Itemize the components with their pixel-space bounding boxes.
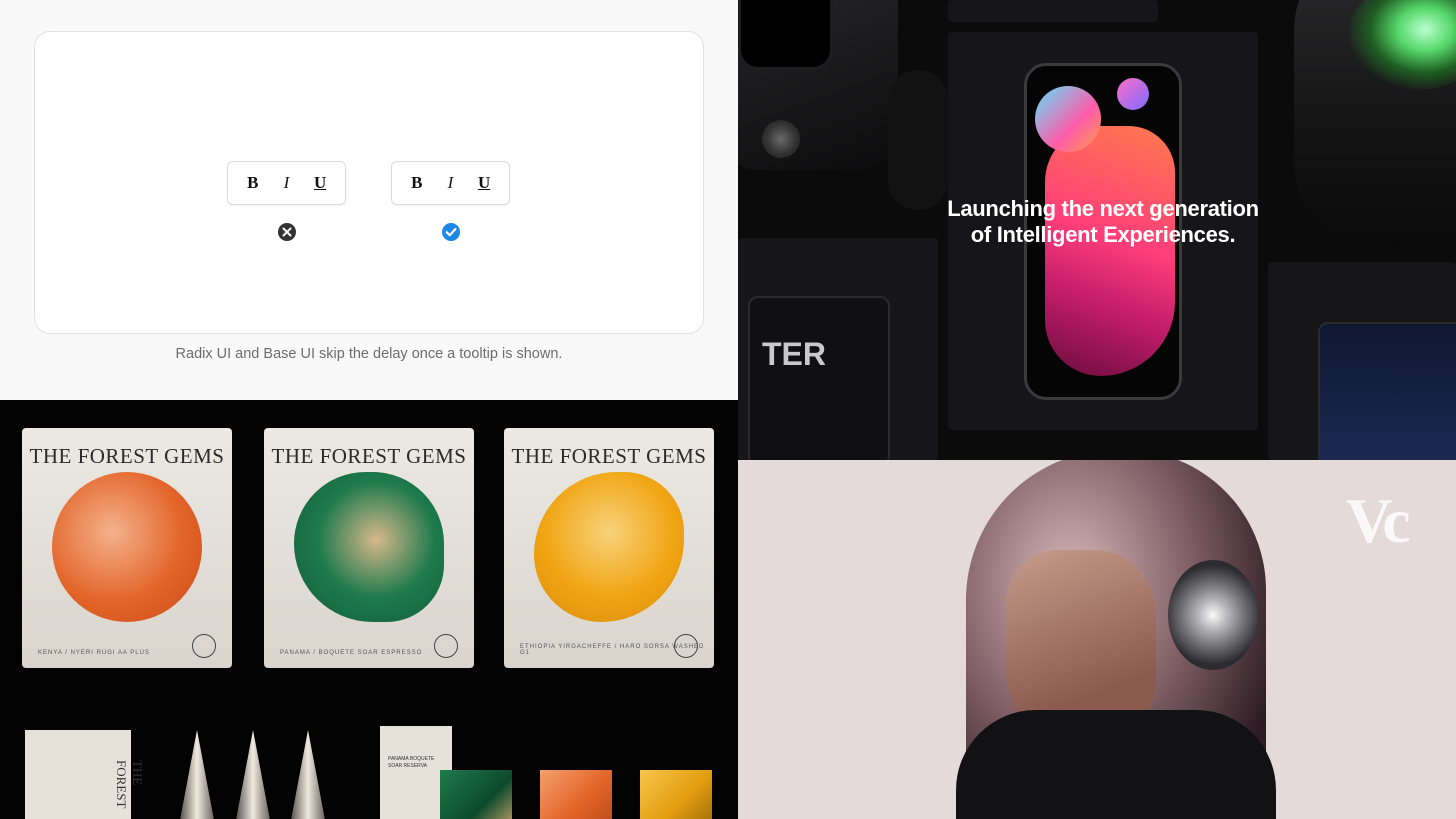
bold-button[interactable]: B <box>404 170 430 196</box>
pouch-origin: PANAMA / BOQUETE SOAR ESPRESSO <box>280 650 423 656</box>
orange-swatch-card <box>540 770 612 819</box>
dripper-cone <box>236 730 270 819</box>
devices-headline: Launching the next generation of Intelli… <box>888 196 1318 248</box>
close-circle-icon <box>278 223 296 241</box>
devices-showcase-panel: TER Launching the next generation of Int… <box>738 0 1456 460</box>
tablet-left-text: TER <box>762 336 826 372</box>
coffee-pouch-panama: THE FOREST GEMS PANAMA / BOQUETE SOAR ES… <box>264 428 474 668</box>
coffee-pouch-ethiopia: THE FOREST GEMS ETHIOPIA YIRGACHEFFE / H… <box>504 428 714 668</box>
coffee-box: THE FOREST <box>25 730 145 819</box>
brand-logo: Vc <box>1346 485 1411 556</box>
jacket-image <box>956 710 1276 819</box>
pouch-art-orange <box>52 472 202 622</box>
toolbar-with-skip-delay: B I U <box>391 161 510 205</box>
pouch-origin: KENYA / NYERI RUGI AA PLUS <box>38 650 150 656</box>
phone-wallpaper-circle <box>1035 86 1101 152</box>
laptop-right-image <box>1318 322 1456 460</box>
demo-card <box>34 31 704 334</box>
pouch-title: THE FOREST GEMS <box>271 444 467 468</box>
headline-line-2: of Intelligent Experiences. <box>970 222 1236 247</box>
pouch-title: THE FOREST GEMS <box>29 444 225 468</box>
dripper-cone <box>180 730 214 819</box>
italic-button[interactable]: I <box>273 170 299 196</box>
info-card-text: PANAMA BOQUETE SOAR RESERVA <box>388 756 435 769</box>
forest-logo-seal <box>192 634 216 658</box>
watch-crown <box>762 120 800 158</box>
demo-caption: Radix UI and Base UI skip the delay once… <box>175 346 563 362</box>
pouch-art-green <box>294 472 444 622</box>
italic-button[interactable]: I <box>437 170 463 196</box>
underline-button[interactable]: U <box>307 170 333 196</box>
helmet-earpiece <box>1168 560 1258 670</box>
green-swatch-card <box>440 770 512 819</box>
dripper-cone <box>291 730 325 819</box>
smartwatch-screen <box>738 0 833 70</box>
portrait-panel: Vc <box>738 460 1456 819</box>
tablet-left-image <box>748 296 890 460</box>
yellow-swatch-card <box>640 770 712 819</box>
pouch-title: THE FOREST GEMS <box>511 444 707 468</box>
watch-band <box>888 70 948 210</box>
coffee-pouch-kenya: THE FOREST GEMS KENYA / NYERI RUGI AA PL… <box>22 428 232 668</box>
box-label: THE FOREST <box>114 760 145 809</box>
phone-wallpaper-circle <box>1117 78 1149 110</box>
pouch-art-yellow <box>534 472 684 622</box>
bold-button[interactable]: B <box>240 170 266 196</box>
packaging-panel: THE FOREST GEMS KENYA / NYERI RUGI AA PL… <box>0 400 738 819</box>
check-circle-icon <box>442 223 460 241</box>
forest-logo-seal <box>674 634 698 658</box>
tooltip-demo-panel: B I U B I U Radix UI and Base UI skip th… <box>0 0 738 400</box>
toolbar-without-skip-delay: B I U <box>227 161 346 205</box>
device-tile <box>948 0 1158 22</box>
headline-line-1: Launching the next generation <box>947 196 1259 221</box>
phone-wallpaper-blob <box>1045 126 1175 376</box>
underline-button[interactable]: U <box>471 170 497 196</box>
forest-logo-seal <box>434 634 458 658</box>
